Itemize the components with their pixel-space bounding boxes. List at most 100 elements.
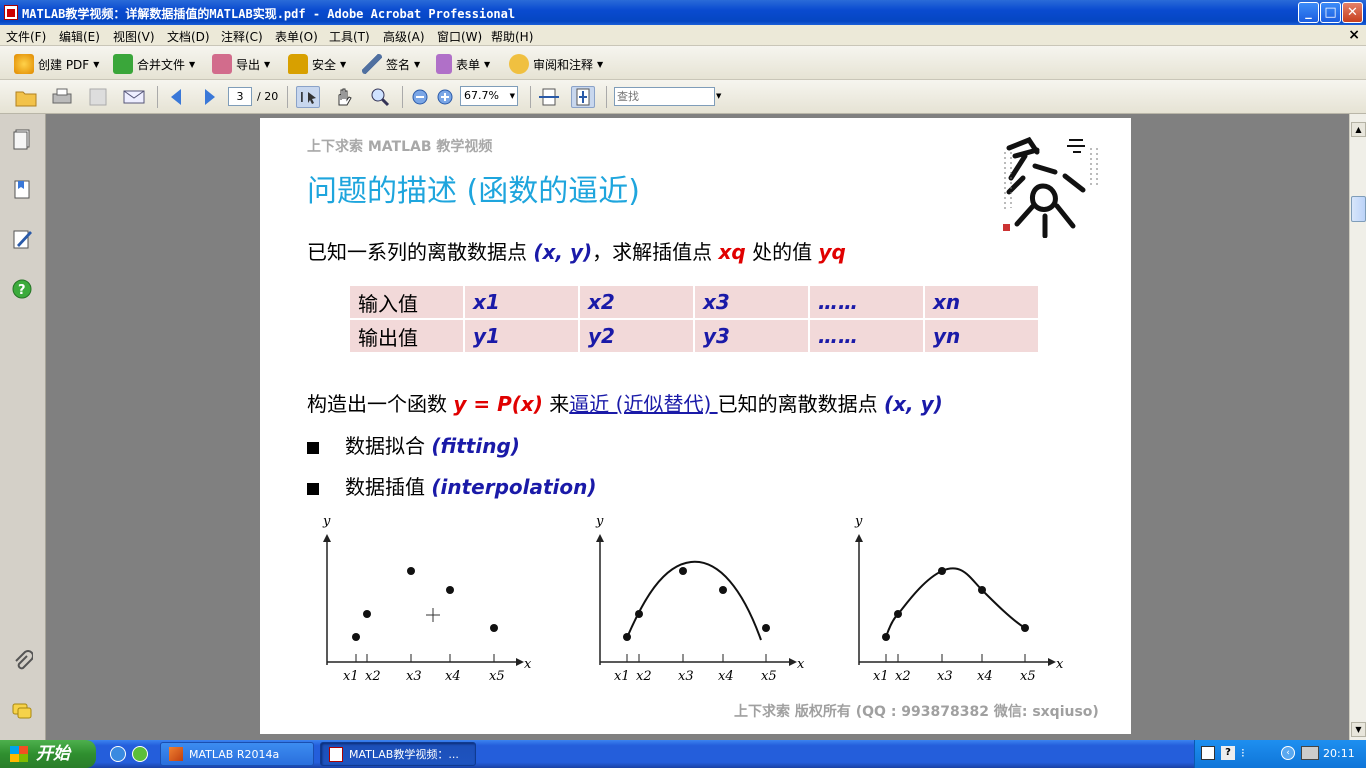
- table-cell: xn: [925, 286, 1038, 318]
- export-button[interactable]: 导出 ▼: [212, 53, 270, 75]
- axis-label-y: y: [854, 514, 863, 529]
- help-icon[interactable]: ?: [11, 278, 33, 300]
- menu-help[interactable]: 帮助(H): [491, 28, 533, 45]
- task-acrobat[interactable]: MATLAB教学视频：...: [320, 742, 476, 766]
- navigation-pane: ?: [0, 114, 46, 740]
- bookmarks-panel-icon[interactable]: [11, 178, 33, 200]
- combine-files-button[interactable]: 合并文件 ▼: [113, 53, 195, 75]
- navigation-toolbar: / 20 I 67.7% ▼ ▼: [0, 80, 1366, 114]
- signatures-panel-icon[interactable]: [11, 228, 33, 250]
- forms-button[interactable]: 表单 ▼: [436, 53, 490, 75]
- task-label: MATLAB R2014a: [189, 748, 280, 761]
- tick-label: x3: [678, 669, 694, 684]
- keyboard-icon[interactable]: [1201, 746, 1215, 760]
- ie-quicklaunch-icon[interactable]: [110, 746, 126, 762]
- open-folder-icon[interactable]: [14, 86, 38, 108]
- vertical-scrollbar[interactable]: ▲ ▼: [1349, 114, 1366, 740]
- export-icon: [212, 54, 232, 74]
- scroll-up-icon[interactable]: ▲: [1351, 122, 1366, 137]
- axis-label-y: y: [322, 514, 331, 529]
- create-pdf-button[interactable]: 创建 PDF ▼: [14, 53, 99, 75]
- help-tray-icon[interactable]: ?: [1221, 746, 1235, 760]
- intro-sentence: 已知一系列的离散数据点 (x, y)，求解插值点 xq 处的值 yq: [307, 236, 846, 265]
- menu-comments[interactable]: 注释(C): [221, 28, 263, 45]
- construct-text: 构造出一个函数: [307, 392, 454, 416]
- scrollbar-thumb[interactable]: [1351, 196, 1366, 222]
- construct-function: y = P(x): [453, 392, 543, 416]
- slide-header: 上下求索 MATLAB 教学视频: [307, 139, 493, 155]
- construct-text: 来: [542, 392, 570, 416]
- select-tool-icon[interactable]: I: [296, 86, 320, 108]
- zoom-select[interactable]: 67.7% ▼: [460, 86, 518, 106]
- task-toolbar: 创建 PDF ▼ 合并文件 ▼ 导出 ▼ 安全 ▼ 签名 ▼ 表单 ▼ 审阅和注释 ▼: [0, 46, 1366, 80]
- minimize-button[interactable]: _: [1298, 2, 1319, 23]
- tray-menu-icon[interactable]: ⁝: [1241, 746, 1255, 760]
- search-options-chevron-icon[interactable]: ▼: [716, 92, 721, 100]
- tick-label: x2: [636, 669, 652, 684]
- menu-file[interactable]: 文件(F): [6, 28, 46, 45]
- close-document-icon[interactable]: ×: [1348, 27, 1360, 43]
- network-icon[interactable]: [1301, 746, 1319, 760]
- tick-label: x3: [937, 669, 953, 684]
- form-icon: [436, 54, 452, 74]
- menu-view[interactable]: 视图(V): [113, 28, 155, 45]
- review-comment-button[interactable]: 审阅和注释 ▼: [509, 53, 603, 75]
- intro-text: 处的值: [745, 240, 819, 264]
- table-cell: x3: [695, 286, 808, 318]
- fit-width-icon[interactable]: [537, 86, 561, 108]
- menu-forms[interactable]: 表单(O): [275, 28, 318, 45]
- scroll-down-icon[interactable]: ▼: [1351, 722, 1366, 737]
- tick-label: x4: [445, 669, 461, 684]
- system-tray: ? ⁝ ‹ 20:11: [1194, 740, 1366, 768]
- bullet-english: (interpolation): [431, 475, 597, 499]
- print-icon[interactable]: [50, 86, 74, 108]
- page-number-input[interactable]: [228, 87, 252, 106]
- bullet-english: (fitting): [431, 434, 520, 458]
- zoom-tool-icon[interactable]: [368, 86, 392, 108]
- table-cell: 输出值: [350, 320, 463, 352]
- zoom-out-icon[interactable]: [408, 86, 432, 108]
- sign-button[interactable]: 签名 ▼: [362, 53, 420, 75]
- show-hidden-icons-chevron[interactable]: ‹: [1281, 746, 1295, 760]
- previous-page-icon[interactable]: [165, 86, 189, 108]
- menu-advanced[interactable]: 高级(A): [383, 28, 425, 45]
- security-label: 安全: [312, 57, 337, 72]
- input-output-table: 输入值 x1 x2 x3 …… xn 输出值 y1 y2 y3 …… yn: [348, 284, 1040, 354]
- search-input[interactable]: [614, 87, 715, 106]
- table-cell: 输入值: [350, 286, 463, 318]
- comments-panel-icon[interactable]: [11, 700, 33, 722]
- next-page-icon[interactable]: [197, 86, 221, 108]
- email-icon[interactable]: [122, 86, 146, 108]
- pages-panel-icon[interactable]: [11, 128, 33, 150]
- menu-document[interactable]: 文档(D): [167, 28, 210, 45]
- windows-logo-icon: [10, 746, 28, 762]
- save-icon[interactable]: [86, 86, 110, 108]
- fit-page-icon[interactable]: [571, 86, 595, 108]
- task-matlab[interactable]: MATLAB R2014a: [160, 742, 314, 766]
- tick-label: x3: [406, 669, 422, 684]
- approximation-link[interactable]: 逼近 (近似替代): [569, 392, 717, 416]
- task-label: MATLAB教学视频：...: [349, 748, 459, 761]
- clock[interactable]: 20:11: [1323, 747, 1355, 760]
- zoom-in-icon[interactable]: [433, 86, 457, 108]
- hand-tool-icon[interactable]: [332, 86, 356, 108]
- slide-title: 问题的描述 (函数的逼近): [307, 174, 640, 209]
- interpolation-curve-figure: y x x1 x2 x3 x4 x5: [854, 514, 1064, 684]
- attachments-paperclip-icon[interactable]: [11, 650, 34, 672]
- table-cell: y1: [465, 320, 578, 352]
- start-button[interactable]: 开始: [0, 740, 96, 768]
- menu-edit[interactable]: 编辑(E): [59, 28, 100, 45]
- maximize-button[interactable]: □: [1320, 2, 1341, 23]
- intro-xq: xq: [718, 240, 746, 264]
- create-pdf-label: 创建 PDF: [38, 57, 90, 72]
- intro-yq: yq: [818, 240, 846, 264]
- menu-tools[interactable]: 工具(T): [329, 28, 370, 45]
- security-button[interactable]: 安全 ▼: [288, 53, 346, 75]
- table-cell: yn: [925, 320, 1038, 352]
- tick-label: x5: [489, 669, 505, 684]
- close-button[interactable]: ✕: [1342, 2, 1363, 23]
- quicklaunch-icon[interactable]: [132, 746, 148, 762]
- menu-window[interactable]: 窗口(W): [437, 28, 482, 45]
- taskbar: 开始 MATLAB R2014a MATLAB教学视频：... ? ⁝ ‹ 20…: [0, 740, 1366, 768]
- chevron-down-icon: ▼: [509, 92, 515, 100]
